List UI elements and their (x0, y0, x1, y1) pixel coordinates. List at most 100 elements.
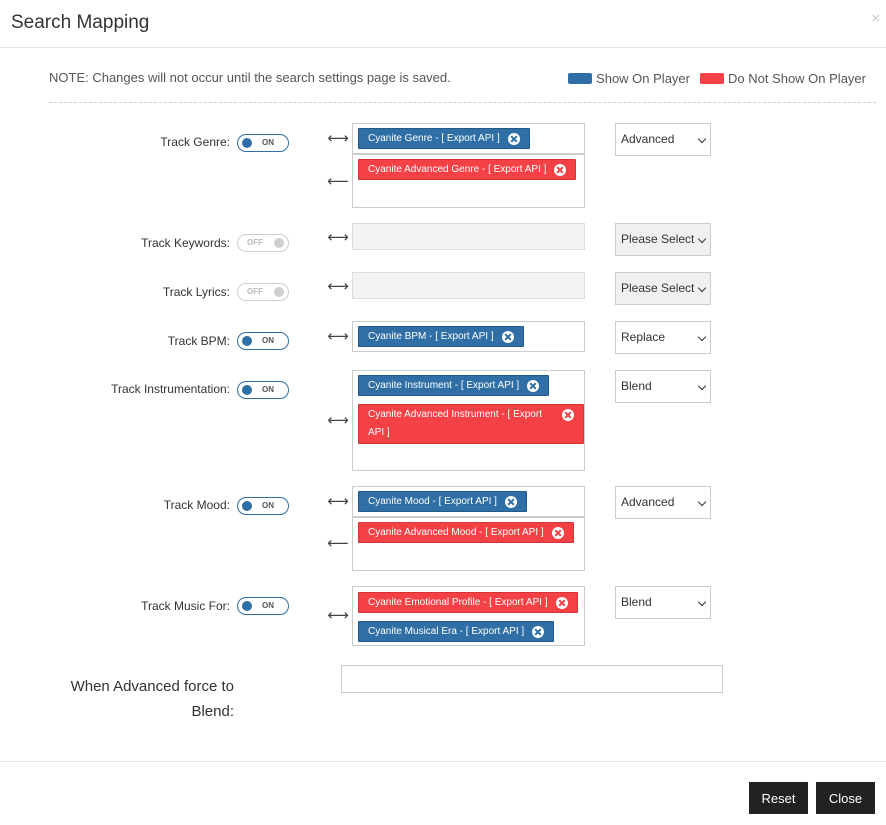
track-keywords-select[interactable]: Please Select (615, 223, 711, 256)
track-lyrics-toggle[interactable]: OFF (237, 283, 289, 301)
remove-tag-icon[interactable] (554, 163, 567, 176)
track-music-for-label: Track Music For: (141, 599, 230, 613)
tag-label: Cyanite Musical Era - [ Export API ] (368, 625, 525, 637)
tag-label: Cyanite BPM - [ Export API ] (368, 330, 494, 342)
chevron-down-icon (697, 234, 707, 244)
both-arrow-icon[interactable]: ⟷ (327, 277, 349, 295)
remove-tag-icon[interactable] (562, 409, 574, 421)
both-arrow-icon[interactable]: ⟷ (327, 492, 349, 510)
tag-label: Cyanite Genre - [ Export API ] (368, 132, 500, 144)
remove-tag-icon[interactable] (501, 330, 514, 343)
track-mood-show-box[interactable]: Cyanite Mood - [ Export API ] (352, 486, 585, 517)
track-instrumentation-label: Track Instrumentation: (111, 382, 230, 396)
toggle-knob (242, 336, 252, 346)
advanced-blend-label: When Advanced force to Blend: (70, 678, 234, 720)
both-arrow-icon[interactable]: ⟷ (327, 327, 349, 345)
legend-show-swatch (568, 73, 593, 84)
select-value: Advanced (621, 495, 675, 509)
both-arrow-icon[interactable]: ⟷ (327, 411, 349, 429)
legend-show: Show On Player (568, 71, 690, 86)
legend-show-label: Show On Player (596, 71, 690, 86)
toggle-knob (242, 138, 252, 148)
divider (49, 102, 876, 103)
tag-label: Cyanite Advanced Instrument - [ Export A… (368, 409, 542, 438)
track-lyrics-box (352, 272, 585, 299)
toggle-state: OFF (247, 238, 263, 247)
select-value: Please Select (621, 281, 695, 295)
legend-hide-label: Do Not Show On Player (727, 71, 866, 86)
both-arrow-icon[interactable]: ⟷ (327, 228, 349, 246)
tag-label: Cyanite Mood - [ Export API ] (368, 495, 497, 507)
both-arrow-icon[interactable]: ⟷ (327, 129, 349, 147)
both-arrow-icon[interactable]: ⟷ (327, 606, 349, 624)
left-arrow-icon[interactable]: ⟵ (327, 172, 349, 190)
track-lyrics-select[interactable]: Please Select (615, 272, 711, 305)
remove-tag-icon[interactable] (532, 625, 545, 638)
track-genre-toggle[interactable]: ON (237, 134, 289, 152)
toggle-knob (242, 601, 252, 611)
track-genre-select[interactable]: Advanced (615, 123, 711, 156)
remove-tag-icon[interactable] (504, 495, 517, 508)
chevron-down-icon (697, 381, 707, 391)
track-music-for-toggle[interactable]: ON (237, 597, 289, 615)
tag-cyanite-instrument[interactable]: Cyanite Instrument - [ Export API ] (358, 375, 550, 396)
track-music-for-select[interactable]: Blend (615, 586, 711, 619)
tag-label: Cyanite Instrument - [ Export API ] (368, 379, 520, 391)
track-bpm-box[interactable]: Cyanite BPM - [ Export API ] (352, 321, 585, 352)
legend-hide: Do Not Show On Player (699, 71, 866, 86)
modal-title: Search Mapping (11, 12, 150, 33)
save-note: NOTE: Changes will not occur until the s… (49, 70, 451, 85)
track-mood-label: Track Mood: (163, 498, 230, 512)
track-keywords-toggle[interactable]: OFF (237, 234, 289, 252)
reset-button[interactable]: Reset (749, 782, 808, 814)
chevron-down-icon (697, 497, 707, 507)
remove-tag-icon[interactable] (555, 596, 568, 609)
chevron-down-icon (697, 134, 707, 144)
remove-tag-icon[interactable] (527, 379, 540, 392)
track-genre-show-box[interactable]: Cyanite Genre - [ Export API ] (352, 123, 585, 154)
remove-tag-icon[interactable] (507, 132, 520, 145)
track-instrumentation-toggle[interactable]: ON (237, 381, 289, 399)
left-arrow-icon[interactable]: ⟵ (327, 534, 349, 552)
advanced-blend-input[interactable] (341, 665, 723, 693)
tag-label: Cyanite Advanced Mood - [ Export API ] (368, 526, 544, 538)
tag-cyanite-mood[interactable]: Cyanite Mood - [ Export API ] (358, 491, 527, 512)
toggle-state: ON (262, 501, 274, 510)
tag-cyanite-genre[interactable]: Cyanite Genre - [ Export API ] (358, 128, 530, 149)
toggle-state: ON (262, 138, 274, 147)
close-icon[interactable]: × (871, 10, 880, 27)
tag-cyanite-advanced-genre[interactable]: Cyanite Advanced Genre - [ Export API ] (358, 159, 577, 180)
track-keywords-label: Track Keywords: (141, 236, 230, 250)
chevron-down-icon (697, 332, 707, 342)
select-value: Advanced (621, 132, 675, 146)
track-instrumentation-select[interactable]: Blend (615, 370, 711, 403)
track-keywords-box (352, 223, 585, 250)
tag-label: Cyanite Emotional Profile - [ Export API… (368, 596, 548, 608)
select-value: Replace (621, 330, 666, 344)
tag-label: Cyanite Advanced Genre - [ Export API ] (368, 163, 547, 175)
tag-cyanite-bpm[interactable]: Cyanite BPM - [ Export API ] (358, 326, 524, 347)
chevron-down-icon (697, 283, 707, 293)
track-bpm-label: Track BPM: (167, 334, 230, 348)
select-value: Please Select (621, 232, 695, 246)
select-value: Blend (621, 379, 652, 393)
toggle-state: ON (262, 385, 274, 394)
legend-hide-swatch (699, 73, 724, 84)
track-bpm-toggle[interactable]: ON (237, 332, 289, 350)
track-mood-toggle[interactable]: ON (237, 497, 289, 515)
close-button[interactable]: Close (816, 782, 875, 814)
tag-cyanite-musical-era[interactable]: Cyanite Musical Era - [ Export API ] (358, 621, 555, 642)
track-mood-select[interactable]: Advanced (615, 486, 711, 519)
tag-cyanite-emotional-profile[interactable]: Cyanite Emotional Profile - [ Export API… (358, 592, 578, 613)
track-bpm-select[interactable]: Replace (615, 321, 711, 354)
track-music-for-box[interactable]: Cyanite Emotional Profile - [ Export API… (352, 586, 585, 646)
track-mood-hide-box[interactable]: Cyanite Advanced Mood - [ Export API ] (352, 517, 585, 571)
track-genre-hide-box[interactable]: Cyanite Advanced Genre - [ Export API ] (352, 154, 585, 208)
modal-header: Search Mapping × (0, 0, 886, 48)
legend: Show On Player Do Not Show On Player (558, 71, 866, 86)
tag-cyanite-advanced-instrument[interactable]: Cyanite Advanced Instrument - [ Export A… (358, 404, 584, 444)
track-instrumentation-box[interactable]: Cyanite Instrument - [ Export API ] Cyan… (352, 370, 585, 471)
modal-footer (0, 761, 886, 762)
remove-tag-icon[interactable] (551, 526, 564, 539)
tag-cyanite-advanced-mood[interactable]: Cyanite Advanced Mood - [ Export API ] (358, 522, 574, 543)
